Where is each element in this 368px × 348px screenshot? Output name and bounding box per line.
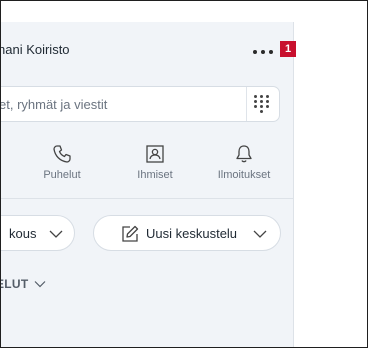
nav-calls[interactable]: Puhelut: [27, 144, 97, 190]
compose-icon: [122, 225, 139, 242]
nav-people[interactable]: Ihmiset: [120, 144, 190, 190]
section-header-label: ELUT: [0, 277, 29, 291]
new-chat-label: Uusi keskustelu: [146, 226, 238, 241]
search-placeholder: et, ryhmät ja viestit: [0, 97, 108, 112]
search-divider: [246, 87, 247, 121]
meeting-button[interactable]: kous: [0, 215, 75, 251]
nav-calls-label: Puhelut: [43, 169, 81, 181]
profile-name[interactable]: hani Koiristo: [0, 42, 70, 57]
section-header[interactable]: ELUT: [0, 277, 46, 291]
new-chat-button[interactable]: Uusi keskustelu: [93, 215, 281, 251]
chevron-down-icon: [253, 230, 267, 238]
nav-notifications-label: Ilmoitukset: [217, 169, 271, 181]
meeting-button-label: kous: [9, 226, 37, 241]
contacts-icon: [146, 145, 164, 163]
nav-people-label: Ihmiset: [137, 169, 173, 181]
dialpad-icon[interactable]: [254, 95, 270, 113]
chevron-down-icon: [34, 281, 46, 288]
more-dot-icon: [253, 50, 257, 54]
chevron-down-icon: [49, 230, 63, 238]
nav-divider: [0, 198, 293, 199]
more-dot-icon: [269, 50, 273, 54]
bell-icon: [236, 145, 252, 163]
more-dot-icon: [261, 50, 265, 54]
notification-badge: 1: [280, 41, 296, 57]
phone-icon: [53, 145, 71, 163]
nav-notifications[interactable]: Ilmoitukset: [209, 144, 279, 190]
sidebar-panel: hani Koiristo et, ryhmät ja viestit Puhe…: [0, 22, 294, 348]
more-options-button[interactable]: [252, 44, 274, 58]
search-input[interactable]: et, ryhmät ja viestit: [0, 86, 280, 122]
